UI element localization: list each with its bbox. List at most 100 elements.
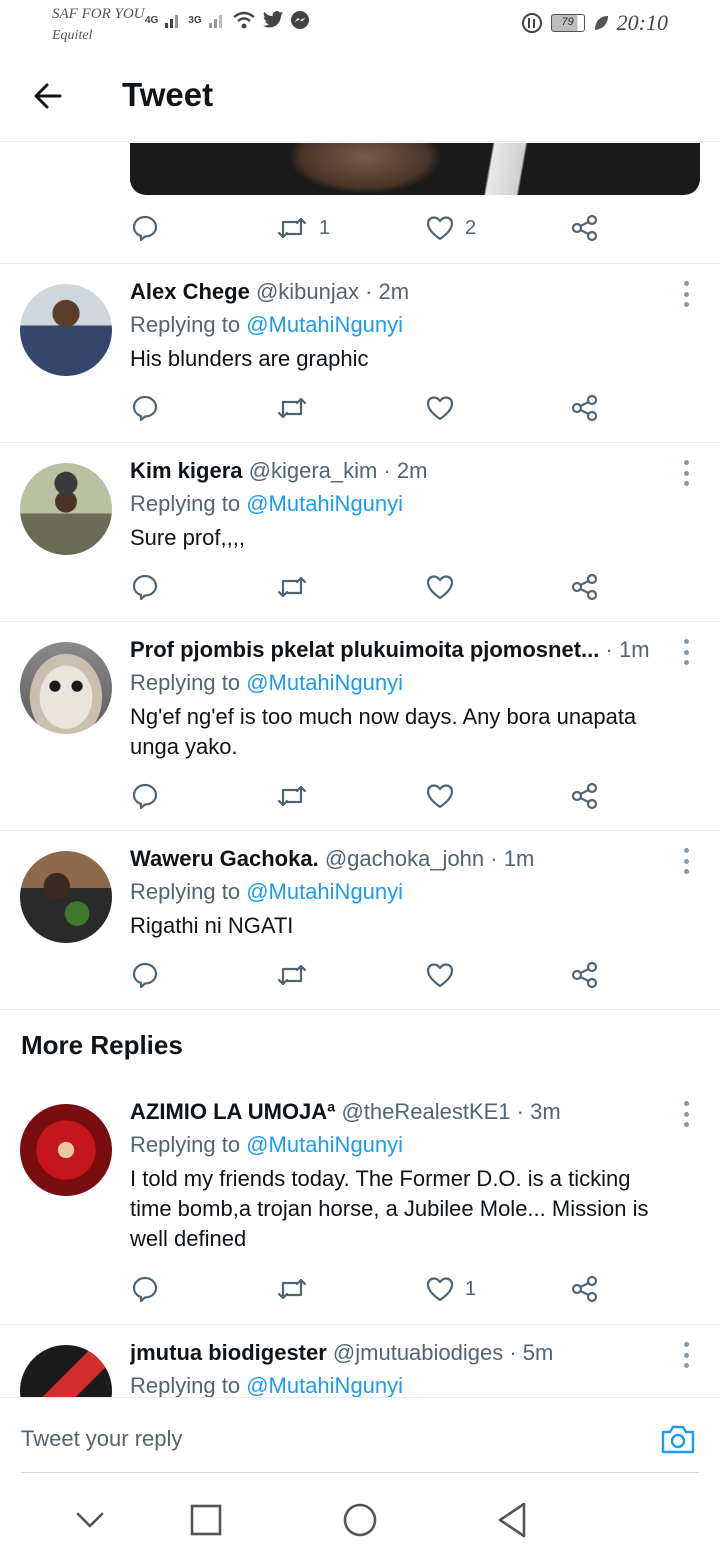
replying-to: Replying to @MutahiNgunyi — [130, 668, 670, 698]
reply-icon — [132, 962, 158, 989]
share-icon — [571, 214, 598, 242]
more-options-icon[interactable] — [682, 460, 690, 486]
reply-content: jmutua biodigester @jmutuabiodiges · 5m … — [130, 1339, 670, 1397]
reply-icon — [132, 574, 158, 601]
like-button[interactable] — [425, 567, 455, 607]
avatar[interactable] — [20, 463, 112, 555]
reply-compose-bar[interactable]: Tweet your reply — [0, 1397, 720, 1475]
handle-time: @gachoka_john · 1m — [324, 846, 535, 871]
more-options-icon[interactable] — [682, 281, 690, 307]
heart-icon — [426, 396, 454, 421]
like-count: 2 — [465, 216, 477, 239]
replying-label: Replying to — [130, 670, 247, 695]
handle-time: @theRealestKE1 · 3m — [341, 1099, 561, 1124]
replying-to: Replying to @MutahiNgunyi — [130, 489, 670, 519]
like-count: 1 — [465, 1277, 477, 1300]
replying-label: Replying to — [130, 1373, 247, 1397]
like-button[interactable] — [425, 955, 455, 995]
retweet-count: 1 — [319, 216, 331, 239]
mention-link[interactable]: @MutahiNgunyi — [246, 1373, 403, 1397]
wifi-icon — [232, 11, 255, 29]
reply-text: Rigathi ni NGATI — [130, 913, 294, 938]
back-arrow-icon[interactable] — [30, 78, 66, 114]
network-4g-label: 4G — [145, 14, 159, 26]
retweet-button[interactable] — [275, 1269, 309, 1309]
reply-content: Alex Chege @kibunjax · 2m Replying to @M… — [130, 278, 670, 374]
tweet-media-image[interactable] — [130, 143, 700, 195]
display-name[interactable]: Kim kigera — [130, 458, 243, 483]
retweet-button[interactable] — [275, 776, 309, 816]
heart-icon — [426, 1277, 454, 1302]
share-icon — [571, 394, 598, 422]
status-icons-left: 4G 3G — [145, 10, 310, 30]
like-button[interactable] — [425, 776, 455, 816]
reply-tweet[interactable]: jmutua biodigester @jmutuabiodiges · 5m … — [0, 1325, 720, 1397]
reply-author: Waweru Gachoka. @gachoka_john · 1m — [130, 845, 670, 873]
reply-actions — [130, 567, 610, 607]
reply-button[interactable] — [130, 776, 160, 816]
reply-author: Prof pjombis pkelat plukuimoita pjomosne… — [130, 636, 670, 664]
mention-link[interactable]: @MutahiNgunyi — [246, 879, 403, 904]
camera-icon[interactable] — [660, 1422, 696, 1456]
share-button[interactable] — [570, 567, 600, 607]
network-3g-label: 3G — [188, 14, 202, 26]
home-icon[interactable] — [340, 1500, 380, 1540]
reply-actions — [130, 955, 610, 995]
like-button[interactable]: 1 — [425, 1269, 476, 1309]
display-name[interactable]: Alex Chege — [130, 279, 250, 304]
avatar[interactable] — [20, 284, 112, 376]
avatar[interactable] — [20, 1104, 112, 1196]
status-icons-right: 79 20:10 — [521, 10, 668, 36]
display-name[interactable]: AZIMIO LA UMOJAª — [130, 1099, 335, 1124]
recent-apps-icon[interactable] — [188, 1500, 224, 1540]
leaf-icon — [594, 16, 608, 30]
retweet-button[interactable] — [275, 955, 309, 995]
share-button[interactable] — [570, 208, 600, 248]
retweet-icon — [277, 785, 307, 807]
replying-to: Replying to @MutahiNgunyi — [130, 1130, 670, 1160]
mention-link[interactable]: @MutahiNgunyi — [246, 312, 403, 337]
mention-link[interactable]: @MutahiNgunyi — [246, 670, 403, 695]
like-button[interactable] — [425, 388, 455, 428]
display-name[interactable]: Prof pjombis pkelat plukuimoita pjomosne… — [130, 637, 599, 662]
photo-hand — [290, 143, 440, 193]
reply-button[interactable] — [130, 1269, 160, 1309]
reply-button[interactable] — [130, 208, 160, 248]
retweet-button[interactable]: 1 — [275, 208, 330, 248]
more-options-icon[interactable] — [682, 848, 690, 874]
reply-input[interactable]: Tweet your reply — [21, 1426, 182, 1452]
more-options-icon[interactable] — [682, 639, 690, 665]
back-triangle-icon[interactable] — [494, 1500, 530, 1540]
mention-link[interactable]: @MutahiNgunyi — [246, 491, 403, 516]
chevron-down-icon[interactable] — [74, 1500, 106, 1540]
avatar[interactable] — [20, 642, 112, 734]
like-button[interactable]: 2 — [425, 208, 476, 248]
share-button[interactable] — [570, 388, 600, 428]
display-name[interactable]: jmutua biodigester — [130, 1340, 327, 1365]
more-options-icon[interactable] — [682, 1342, 690, 1368]
handle-time: @jmutuabiodiges · 5m — [332, 1340, 554, 1365]
reply-actions — [130, 776, 610, 816]
handle-time: @kibunjax · 2m — [255, 279, 410, 304]
reply-actions: 1 — [130, 1269, 610, 1309]
reply-button[interactable] — [130, 567, 160, 607]
more-replies-heading: More Replies — [21, 1030, 183, 1060]
share-button[interactable] — [570, 955, 600, 995]
share-button[interactable] — [570, 776, 600, 816]
share-button[interactable] — [570, 1269, 600, 1309]
avatar[interactable] — [20, 851, 112, 943]
carrier-name-secondary: Equitel — [52, 28, 93, 43]
mention-link[interactable]: @MutahiNgunyi — [246, 1132, 403, 1157]
signal-icon-secondary — [208, 15, 222, 28]
twitter-icon — [262, 11, 283, 28]
more-options-icon[interactable] — [682, 1101, 690, 1127]
retweet-button[interactable] — [275, 567, 309, 607]
reply-button[interactable] — [130, 955, 160, 995]
avatar[interactable] — [20, 1345, 112, 1397]
display-name[interactable]: Waweru Gachoka. — [130, 846, 319, 871]
retweet-button[interactable] — [275, 388, 309, 428]
replying-to: Replying to @MutahiNgunyi — [130, 310, 670, 340]
reply-button[interactable] — [130, 388, 160, 428]
reply-content: Kim kigera @kigera_kim · 2m Replying to … — [130, 457, 670, 553]
page-title: Tweet — [122, 76, 214, 113]
